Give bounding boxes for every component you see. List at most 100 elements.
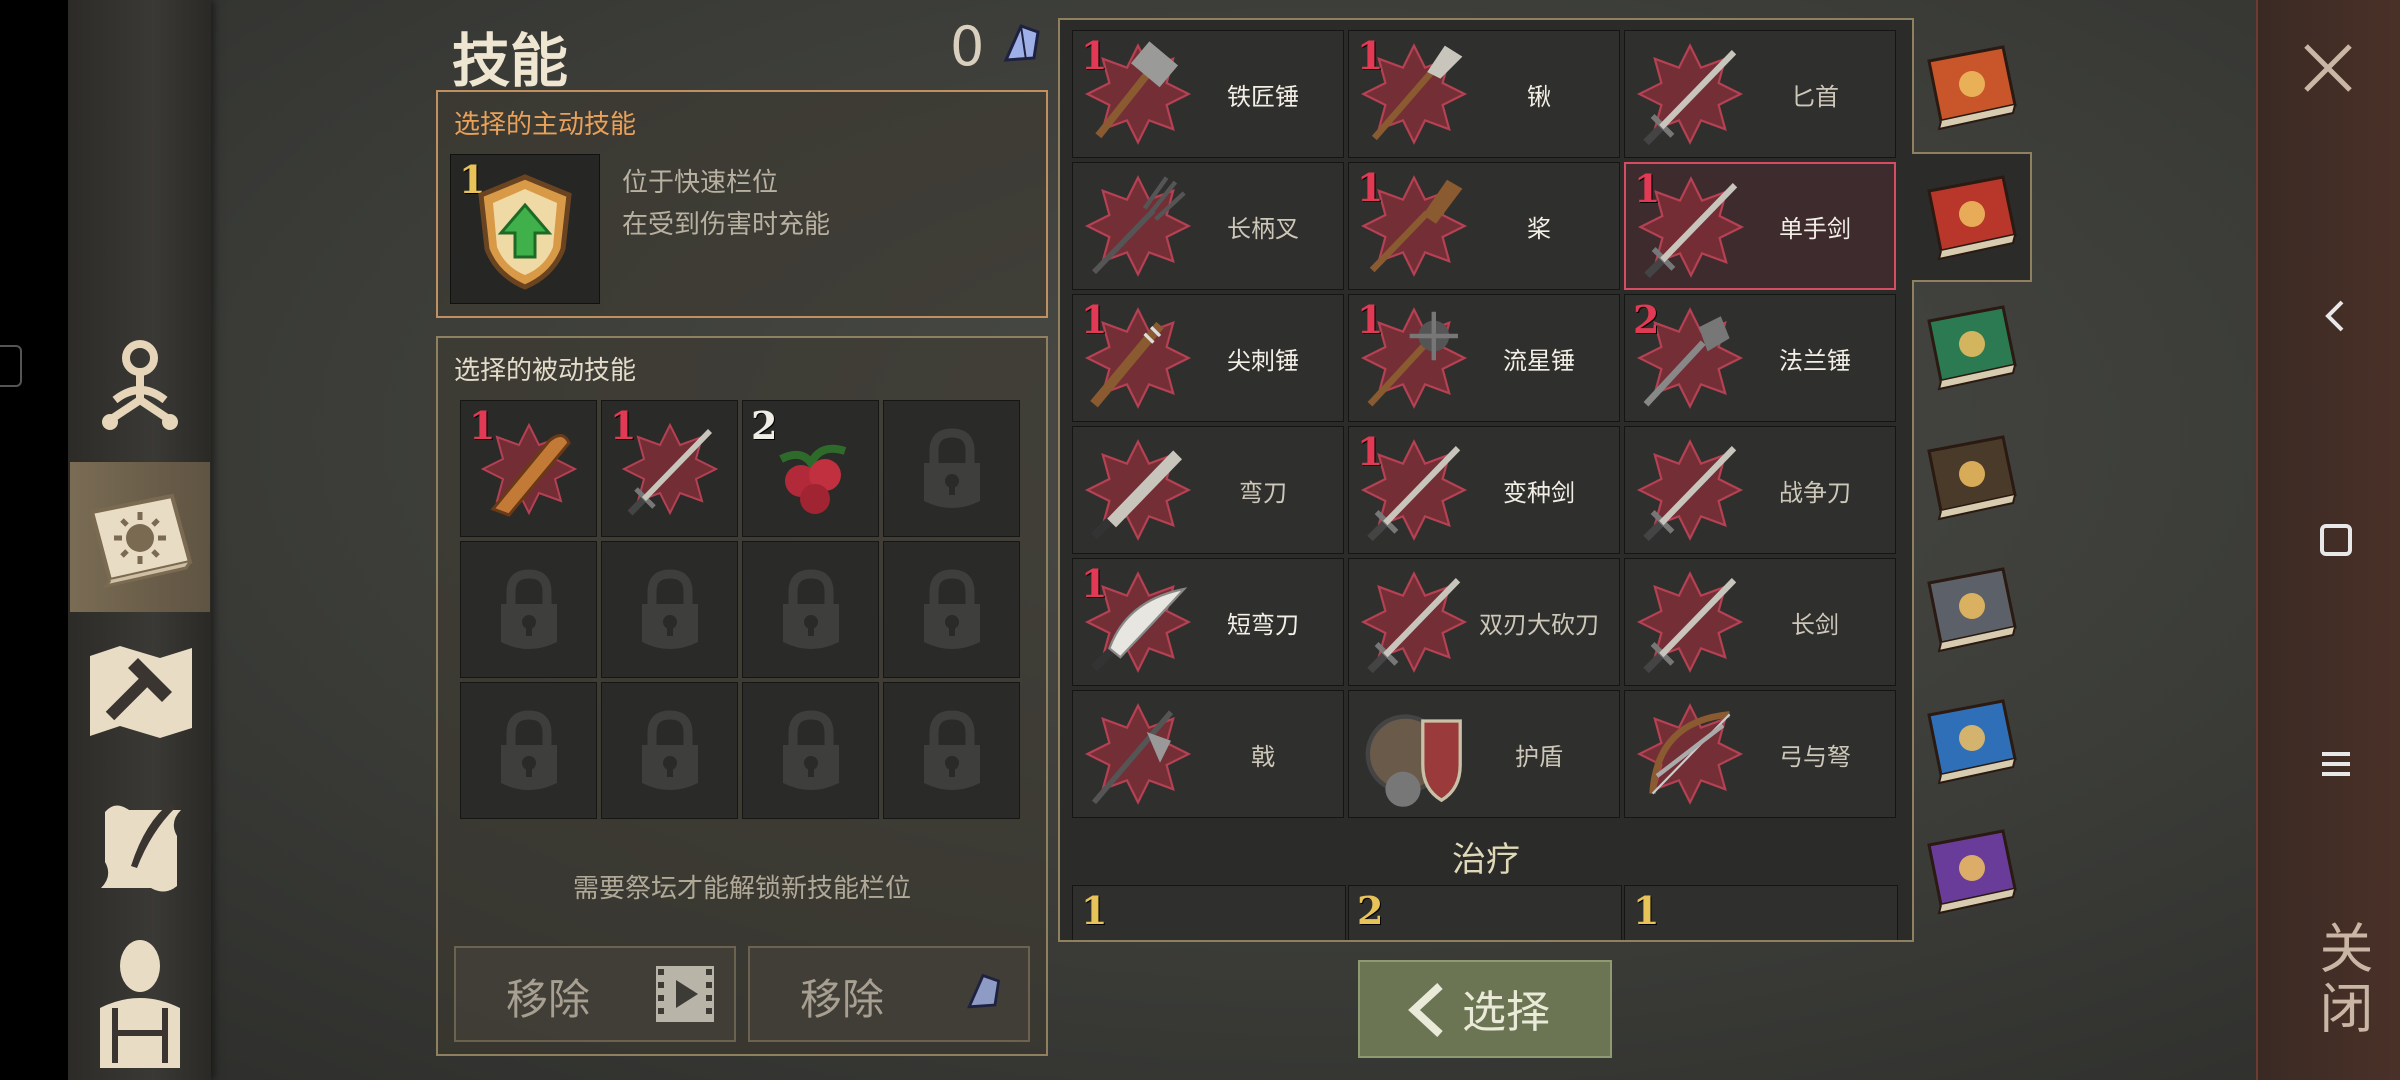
weapon-skill-halberd[interactable]: 戟: [1072, 690, 1344, 818]
weapon-skill-name: 长剑: [1791, 610, 1839, 639]
lock-icon: [500, 568, 557, 649]
weapon-skill-shield[interactable]: 护盾: [1348, 690, 1620, 818]
passive-skill-slot[interactable]: [460, 682, 597, 819]
weapon-skill-twin-blade-cleaver[interactable]: 双刃大砍刀: [1348, 558, 1620, 686]
weapon-skill-dagger[interactable]: 匕首: [1624, 30, 1896, 158]
passive-skill-slot[interactable]: [601, 682, 738, 819]
bow-crossbow-icon: [1636, 703, 1744, 805]
passive-skill-slot[interactable]: [883, 541, 1020, 678]
skill-points-count: 0: [950, 15, 985, 78]
sword-book-icon: [1927, 175, 2017, 261]
weapon-skill-morning-star[interactable]: 1 流星锤: [1348, 294, 1620, 422]
weapon-skill-name: 战争刀: [1779, 478, 1851, 507]
weapon-skill-machete[interactable]: 弯刀: [1072, 426, 1344, 554]
select-button[interactable]: 选择: [1358, 960, 1612, 1058]
skill-book-icon: [89, 493, 193, 589]
crystal-gem-icon: [967, 973, 1001, 1009]
home-square-icon[interactable]: [2316, 520, 2356, 560]
video-ad-icon: [656, 966, 714, 1022]
weapon-skill-name: 铁匠锤: [1227, 82, 1299, 111]
back-icon[interactable]: [2316, 296, 2356, 336]
weapon-skill-name: 戟: [1251, 742, 1275, 771]
passive-skill-slot[interactable]: [601, 541, 738, 678]
healing-skill-3[interactable]: 1: [1624, 885, 1898, 940]
close-icon[interactable]: [2300, 40, 2356, 96]
tab-sun-book[interactable]: [1912, 24, 2030, 150]
weapon-skill-flanged-mace[interactable]: 2 法兰锤: [1624, 294, 1896, 422]
skill-level: 1: [1357, 165, 1384, 210]
nav-crafting-button[interactable]: [70, 616, 210, 766]
passive-skill-title: 选择的被动技能: [454, 356, 637, 386]
weapon-skill-name: 变种剑: [1503, 478, 1575, 507]
weapon-skill-short-scimitar[interactable]: 1 短弯刀: [1072, 558, 1344, 686]
lock-icon: [782, 709, 839, 790]
passive-skill-grid: 1 1 2: [460, 400, 1020, 819]
passive-skill-slot[interactable]: 2: [742, 400, 879, 537]
healing-skill-1[interactable]: 1: [1072, 885, 1346, 940]
nav-skills-button[interactable]: [70, 462, 210, 612]
twin-blade-cleaver-icon: [1360, 571, 1468, 674]
weapon-skill-name: 弓与弩: [1779, 742, 1851, 771]
halberd-icon: [1084, 703, 1192, 805]
weapon-skill-sledgehammer[interactable]: 1 铁匠锤: [1072, 30, 1344, 158]
weapon-skill-oar[interactable]: 1桨: [1348, 162, 1620, 290]
chevron-left-icon: [1408, 983, 1443, 1037]
remove-video-button[interactable]: 移除: [454, 946, 736, 1042]
weapon-skill-one-handed-sword[interactable]: 1 单手剑: [1624, 162, 1896, 290]
weapon-skill-bow-crossbow[interactable]: 弓与弩: [1624, 690, 1896, 818]
tab-arrows-book[interactable]: [1912, 808, 2030, 934]
character-icon: [100, 940, 180, 1068]
passive-skill-slot[interactable]: 1: [460, 400, 597, 537]
menu-icon[interactable]: [2316, 744, 2356, 784]
lock-icon: [641, 709, 698, 790]
healing-section-title: 治疗: [1452, 840, 1520, 880]
active-skill-slot[interactable]: 1: [450, 154, 600, 304]
skill-level: 1: [1357, 429, 1384, 474]
weapon-skill-name: 匕首: [1791, 82, 1839, 111]
tab-cross-book[interactable]: [1912, 284, 2030, 410]
passive-skill-slot[interactable]: [742, 541, 879, 678]
weapon-skill-war-blade[interactable]: 战争刀: [1624, 426, 1896, 554]
passive-skill-slot[interactable]: 1: [601, 400, 738, 537]
remove-gem-label: 移除: [800, 975, 885, 1024]
lock-icon: [923, 427, 980, 508]
page-title: 技能: [452, 27, 569, 95]
tab-crossbow-book[interactable]: [1912, 546, 2030, 672]
tab-shield-book[interactable]: [1912, 678, 2030, 804]
lock-icon: [641, 568, 698, 649]
weapon-skill-shovel[interactable]: 1锹: [1348, 30, 1620, 158]
passive-skill-slot[interactable]: [742, 682, 879, 819]
passive-skill-slot[interactable]: [460, 541, 597, 678]
tab-mask-book[interactable]: [1912, 414, 2030, 540]
weapon-skill-name: 双刃大砍刀: [1479, 610, 1599, 639]
passive-skill-slot[interactable]: [883, 682, 1020, 819]
crystal-gem-icon: [1003, 24, 1040, 62]
healing-level-2: 2: [1357, 888, 1384, 933]
tab-sword-book[interactable]: [1912, 152, 2032, 282]
weapon-skill-panel: 1 铁匠锤 1 锹匕首 长柄叉 1 桨 1 单手剑 1 尖刺锤 1 流星锤 2 法兰锤 弯刀 1 变种剑 战争刀 1 短…: [1058, 18, 1914, 942]
mask-book-icon: [1927, 435, 2017, 521]
lock-icon: [782, 568, 839, 649]
weapon-skill-spiked-club[interactable]: 1 尖刺锤: [1072, 294, 1344, 422]
machete-icon: [1084, 439, 1192, 541]
nav-character-button[interactable]: [70, 928, 210, 1078]
close-label[interactable]: 关闭: [2302, 920, 2381, 1040]
healing-skill-2[interactable]: 2: [1348, 885, 1622, 940]
nav-base-button[interactable]: [70, 310, 210, 460]
weapon-skill-longsword[interactable]: 长剑: [1624, 558, 1896, 686]
passive-skill-slot[interactable]: [883, 400, 1020, 537]
skill-level: 1: [1081, 33, 1108, 78]
skill-level: 1: [469, 403, 496, 448]
remove-gem-button[interactable]: 移除: [748, 946, 1030, 1042]
nav-quests-button[interactable]: [70, 772, 210, 922]
weapon-skill-name: 流星锤: [1503, 346, 1575, 375]
lock-icon: [923, 568, 980, 649]
active-skill-title: 选择的主动技能: [454, 110, 637, 140]
base-icon: [102, 340, 178, 430]
weapon-skill-name: 弯刀: [1239, 478, 1287, 507]
weapon-skill-pitchfork[interactable]: 长柄叉: [1072, 162, 1344, 290]
weapon-skill-name: 锹: [1527, 82, 1551, 111]
sun-book-icon: [1927, 45, 2017, 131]
weapon-skill-mutant-sword[interactable]: 1 变种剑: [1348, 426, 1620, 554]
weapon-skill-name: 长柄叉: [1227, 214, 1299, 243]
